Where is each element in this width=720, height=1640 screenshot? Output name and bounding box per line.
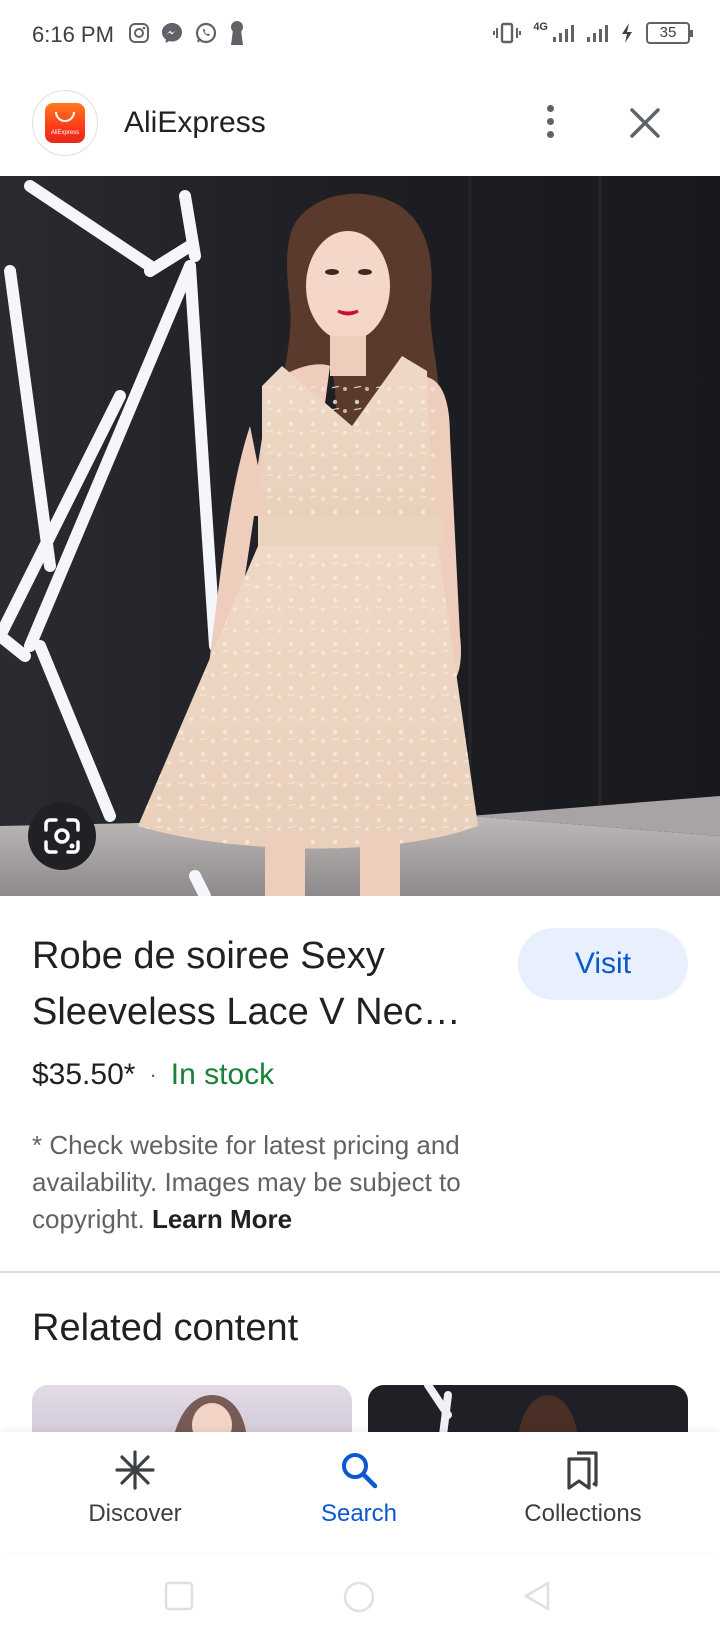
- logo-text: AliExpress: [50, 130, 80, 136]
- close-button[interactable]: [624, 102, 666, 144]
- price-row: $35.50* · In stock: [32, 1058, 274, 1092]
- product-title-line-2: Sleeveless Lace V Nec…: [32, 991, 461, 1033]
- bookmarks-icon: [567, 1451, 598, 1490]
- vibrate-icon: [493, 22, 522, 44]
- product-title-line-1: Robe de soiree Sexy: [32, 935, 385, 977]
- whatsapp-icon: [195, 22, 217, 44]
- visit-button[interactable]: Visit: [518, 928, 688, 1000]
- home-button[interactable]: [342, 1580, 376, 1614]
- status-time: 6:16 PM: [32, 22, 114, 47]
- product-image[interactable]: [0, 176, 720, 896]
- app-title: AliExpress: [124, 106, 266, 139]
- battery-icon: 35: [646, 22, 693, 44]
- google-lens-button[interactable]: [28, 802, 96, 870]
- nav-collections[interactable]: Collections: [483, 1450, 683, 1528]
- network-type: 4G: [533, 21, 548, 33]
- status-bar: 6:16 PM 4G 35: [0, 0, 720, 72]
- charging-icon: [622, 23, 632, 43]
- nav-discover[interactable]: Discover: [35, 1450, 235, 1528]
- back-button[interactable]: [521, 1580, 553, 1612]
- signal-1-icon: [553, 25, 574, 42]
- learn-more-link[interactable]: Learn More: [152, 1204, 292, 1234]
- price-separator: ·: [149, 1062, 157, 1087]
- nav-discover-label: Discover: [88, 1500, 182, 1527]
- more-options-button[interactable]: [535, 96, 565, 146]
- asterisk-icon: [115, 1450, 155, 1490]
- signal-2-icon: [587, 25, 608, 42]
- stock-status: In stock: [170, 1058, 275, 1091]
- aliexpress-logo: AliExpress: [32, 90, 98, 156]
- section-divider: [0, 1271, 720, 1273]
- related-content-heading: Related content: [32, 1307, 299, 1349]
- status-notification-icons: [128, 20, 246, 46]
- keyhole-icon: [231, 21, 243, 45]
- search-icon: [342, 1453, 378, 1489]
- product-title[interactable]: Robe de soiree Sexy Sleeveless Lace V Ne…: [32, 928, 492, 1040]
- lens-icon: [44, 818, 80, 854]
- product-price: $35.50*: [32, 1058, 136, 1091]
- bottom-navigation: Discover Search Collections: [0, 1432, 720, 1552]
- instagram-icon: [129, 23, 149, 43]
- shopping-bag-icon: AliExpress: [45, 103, 85, 143]
- nav-search-label: Search: [320, 1500, 398, 1527]
- system-navigation-bar: [0, 1560, 720, 1640]
- status-system-icons: 4G 35: [493, 21, 693, 44]
- nav-search[interactable]: Search: [259, 1450, 459, 1528]
- messenger-icon: [162, 23, 182, 43]
- pricing-disclaimer: * Check website for latest pricing and a…: [32, 1127, 502, 1238]
- recents-button[interactable]: [163, 1580, 195, 1612]
- nav-collections-label: Collections: [524, 1500, 642, 1527]
- app-header: AliExpress AliExpress: [0, 88, 720, 160]
